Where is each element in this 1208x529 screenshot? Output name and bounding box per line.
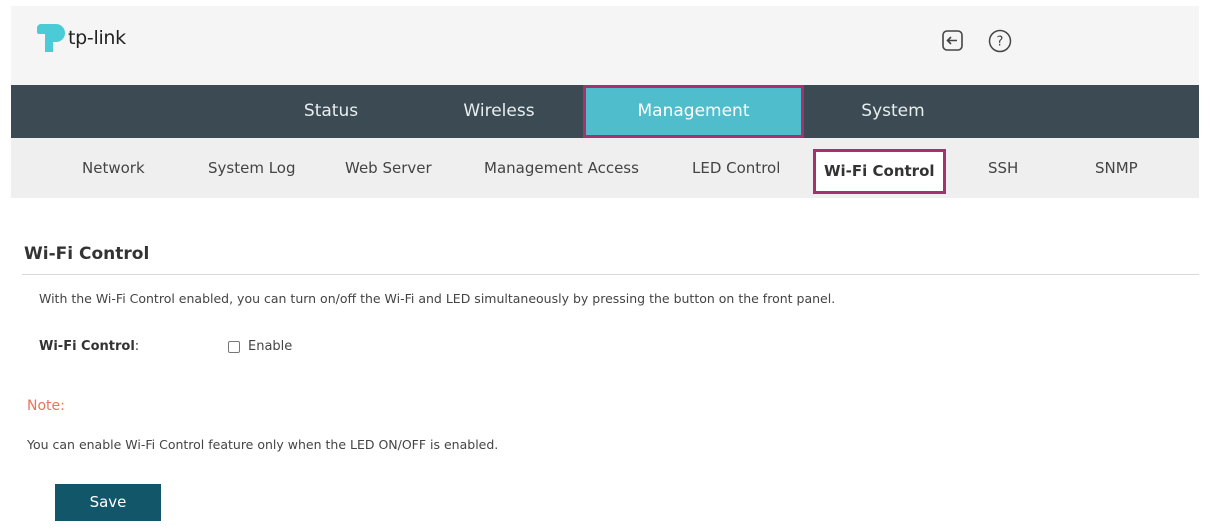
subnav-web-server[interactable]: Web Server — [345, 138, 432, 198]
app-frame: tp-link ? Status Wireless Management Sys… — [11, 6, 1199, 529]
subnav-led-control[interactable]: LED Control — [692, 138, 780, 198]
tab-wireless[interactable]: Wireless — [429, 85, 569, 138]
subnav-wifi-control[interactable]: Wi-Fi Control — [813, 149, 946, 194]
tab-management[interactable]: Management — [583, 85, 804, 138]
section-title: Wi-Fi Control — [24, 244, 150, 264]
sub-navigation: Network System Log Web Server Management… — [11, 138, 1199, 198]
note-text: You can enable Wi-Fi Control feature onl… — [27, 437, 499, 452]
subnav-ssh[interactable]: SSH — [988, 138, 1018, 198]
subnav-snmp[interactable]: SNMP — [1095, 138, 1138, 198]
section-description: With the Wi-Fi Control enabled, you can … — [39, 291, 836, 306]
wifi-control-enable-checkbox[interactable] — [228, 341, 240, 353]
help-icon[interactable]: ? — [987, 28, 1013, 54]
note-title: Note: — [27, 398, 65, 414]
save-button[interactable]: Save — [55, 484, 161, 521]
brand-name: tp-link — [68, 27, 126, 49]
main-navigation: Status Wireless Management System — [11, 85, 1199, 138]
section-divider — [22, 274, 1199, 275]
subnav-network[interactable]: Network — [82, 138, 145, 198]
tab-status[interactable]: Status — [271, 85, 391, 138]
wifi-control-field-label: Wi-Fi Control: — [39, 339, 139, 354]
svg-text:?: ? — [997, 35, 1004, 50]
tp-link-logo: tp-link — [34, 22, 126, 54]
field-label-colon: : — [134, 339, 140, 354]
tp-link-logo-icon — [37, 24, 65, 52]
subnav-management-access[interactable]: Management Access — [484, 138, 639, 198]
tab-system[interactable]: System — [823, 85, 963, 138]
enable-checkbox-label[interactable]: Enable — [248, 339, 292, 354]
top-header: tp-link ? — [11, 6, 1199, 85]
subnav-system-log[interactable]: System Log — [208, 138, 296, 198]
logout-icon[interactable] — [940, 28, 966, 54]
wifi-control-label-text: Wi-Fi Control — [39, 339, 135, 354]
